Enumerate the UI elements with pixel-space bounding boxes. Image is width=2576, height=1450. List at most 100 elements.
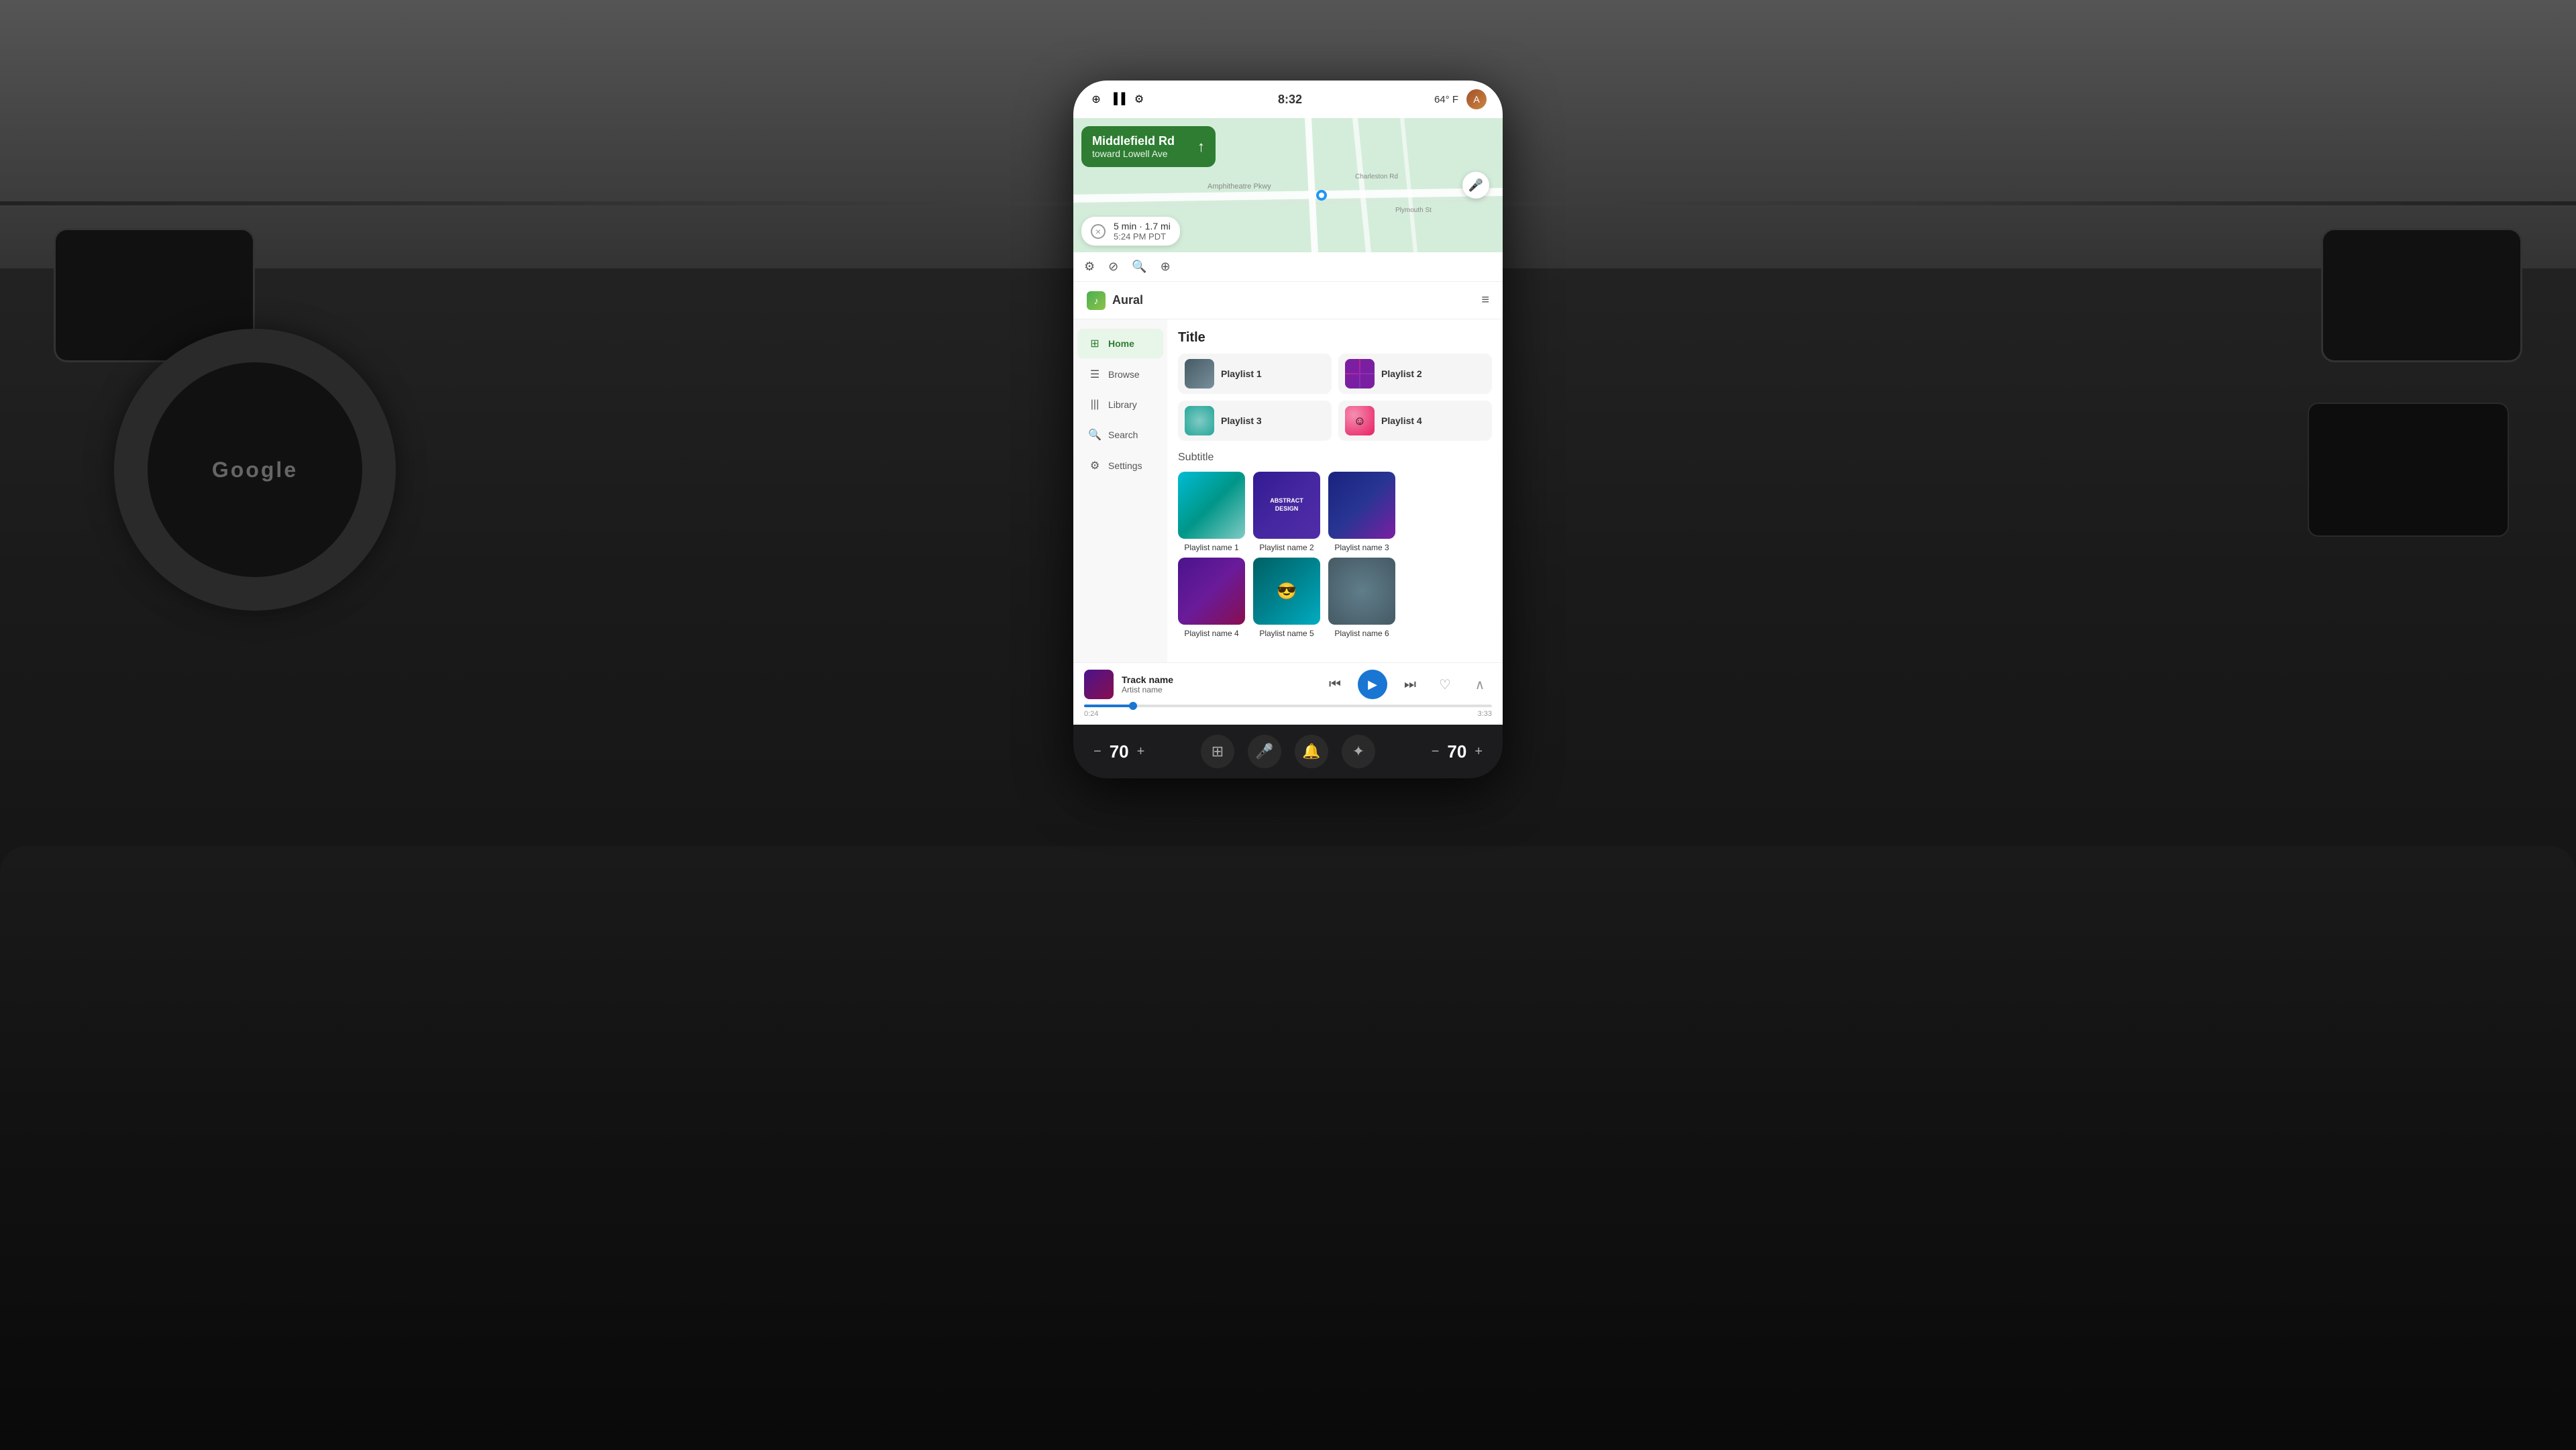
- playlist-card-3[interactable]: Playlist name 3: [1328, 472, 1395, 552]
- playlist-card-5[interactable]: 😎 Playlist name 5: [1253, 558, 1320, 638]
- playlist-card-thumb-5: 😎: [1253, 558, 1320, 625]
- device-screen: ⊕ ▐▐ ⚙ 8:32 64° F A Amphitheatre Pkwy Ch: [1073, 81, 1503, 778]
- playlist-name-4: Playlist 4: [1381, 415, 1422, 426]
- steering-wheel: Google: [114, 329, 396, 611]
- nav-arrow: ↑: [1197, 138, 1205, 156]
- playlist-card-name-6: Playlist name 6: [1328, 629, 1395, 638]
- sidebar-item-settings[interactable]: ⚙ Settings: [1077, 451, 1163, 480]
- app-header: ♪ Aural ≡: [1073, 282, 1503, 319]
- grid-button[interactable]: ⊞: [1201, 735, 1234, 768]
- player-thumb: [1084, 670, 1114, 699]
- playlist-item-4[interactable]: ☺ Playlist 4: [1338, 401, 1492, 441]
- svg-text:Amphitheatre Pkwy: Amphitheatre Pkwy: [1208, 183, 1271, 191]
- playlist-card-6[interactable]: Playlist name 6: [1328, 558, 1395, 638]
- content-area: ⊞ Home ☰ Browse ||| Library 🔍 Search ⚙: [1073, 319, 1503, 662]
- sidebar: ⊞ Home ☰ Browse ||| Library 🔍 Search ⚙: [1073, 319, 1167, 662]
- map-location-btn[interactable]: ⊕: [1161, 260, 1171, 274]
- playlist-card-name-3: Playlist name 3: [1328, 543, 1395, 552]
- bottom-controls: − 70 + ⊞ 🎤 🔔 ✦ − 70 +: [1073, 725, 1503, 778]
- progress-fill: [1084, 705, 1133, 707]
- playlist-card-name-5: Playlist name 5: [1253, 629, 1320, 638]
- sidebar-label-home: Home: [1108, 338, 1134, 349]
- playlist-grid: Playlist 1 Playlist 2 Playlist 3: [1178, 354, 1492, 441]
- svg-text:Plymouth St: Plymouth St: [1395, 207, 1432, 214]
- playlist-card-thumb-4: [1178, 558, 1245, 625]
- sidebar-item-browse[interactable]: ☰ Browse: [1077, 360, 1163, 389]
- map-section: Amphitheatre Pkwy Charleston Rd Plymouth…: [1073, 118, 1503, 252]
- heart-button[interactable]: ♡: [1433, 672, 1457, 696]
- right-console: [2308, 403, 2509, 537]
- playlist-thumb-4: ☺: [1345, 406, 1375, 435]
- star-button[interactable]: ✦: [1342, 735, 1375, 768]
- play-button[interactable]: ▶: [1358, 670, 1387, 699]
- sidebar-label-search: Search: [1108, 429, 1138, 440]
- sidebar-label-settings: Settings: [1108, 460, 1142, 471]
- bluetooth-icon: ⊕: [1089, 93, 1103, 106]
- playlist-item-1[interactable]: Playlist 1: [1178, 354, 1332, 394]
- map-route-btn[interactable]: ⊘: [1108, 260, 1118, 274]
- sidebar-item-search[interactable]: 🔍 Search: [1077, 420, 1163, 450]
- playlist-card-2[interactable]: ABSTRACTDESIGN Playlist name 2: [1253, 472, 1320, 552]
- status-temp: 64° F: [1434, 94, 1458, 105]
- google-logo: Google: [212, 458, 298, 482]
- nav-street: Middlefield Rd: [1092, 134, 1205, 148]
- signal-icon: ▐▐: [1111, 93, 1124, 106]
- mic-center-button[interactable]: 🎤: [1248, 735, 1281, 768]
- map-settings-btn[interactable]: ⚙: [1084, 260, 1095, 274]
- eta-time: 5:24 PM PDT: [1114, 231, 1171, 242]
- next-button[interactable]: ⏭: [1398, 672, 1422, 696]
- playlist-card-thumb-2: ABSTRACTDESIGN: [1253, 472, 1320, 539]
- library-icon: |||: [1088, 399, 1102, 411]
- volume-right: − 70 +: [1432, 741, 1483, 762]
- sidebar-label-library: Library: [1108, 399, 1137, 410]
- progress-dot: [1129, 702, 1137, 710]
- mic-button[interactable]: 🎤: [1462, 172, 1489, 199]
- settings-icon: ⚙: [1132, 93, 1146, 106]
- player-artist-name: Artist name: [1122, 685, 1173, 694]
- close-button[interactable]: ×: [1091, 224, 1106, 239]
- home-icon: ⊞: [1088, 337, 1102, 350]
- nav-card: Middlefield Rd toward Lowell Ave ↑: [1081, 126, 1216, 167]
- vol-plus-right[interactable]: +: [1474, 744, 1483, 760]
- eta-card: × 5 min · 1.7 mi 5:24 PM PDT: [1081, 217, 1180, 246]
- svg-text:Charleston Rd: Charleston Rd: [1355, 173, 1398, 180]
- volume-left: − 70 +: [1093, 741, 1144, 762]
- nav-toward: toward Lowell Ave: [1092, 148, 1205, 159]
- queue-icon[interactable]: ≡: [1481, 293, 1489, 308]
- playlist-card-thumb-1: [1178, 472, 1245, 539]
- player-controls: ⏮ ▶ ⏭ ♡ ∧: [1323, 670, 1492, 699]
- player-info: Track name Artist name: [1122, 674, 1173, 694]
- vol-minus-left[interactable]: −: [1093, 744, 1102, 760]
- player-main: Track name Artist name ⏮ ▶ ⏭ ♡ ∧: [1084, 670, 1492, 699]
- sidebar-item-home[interactable]: ⊞ Home: [1077, 329, 1163, 358]
- sidebar-item-library[interactable]: ||| Library: [1077, 391, 1163, 419]
- playlist-card-name-2: Playlist name 2: [1253, 543, 1320, 552]
- playlist-thumb-2: [1345, 359, 1375, 389]
- vol-minus-right[interactable]: −: [1432, 744, 1440, 760]
- map-search-btn[interactable]: 🔍: [1132, 260, 1146, 274]
- playlist-row-1: Playlist name 1 ABSTRACTDESIGN Playlist …: [1178, 472, 1492, 552]
- playlist-item-2[interactable]: Playlist 2: [1338, 354, 1492, 394]
- playlist-name-2: Playlist 2: [1381, 368, 1422, 379]
- prev-button[interactable]: ⏮: [1323, 672, 1347, 696]
- playlist-card-thumb-6: [1328, 558, 1395, 625]
- player-track: Track name Artist name: [1084, 670, 1173, 699]
- vol-plus-left[interactable]: +: [1137, 744, 1145, 760]
- section-subtitle: Subtitle: [1178, 452, 1492, 464]
- playlist-card-name-1: Playlist name 1: [1178, 543, 1245, 552]
- avatar[interactable]: A: [1466, 89, 1487, 109]
- status-time: 8:32: [1278, 93, 1302, 107]
- bell-button[interactable]: 🔔: [1295, 735, 1328, 768]
- main-content: Title Playlist 1 Playlist 2: [1167, 319, 1503, 662]
- progress-times: 0:24 3:33: [1084, 710, 1492, 718]
- status-bar: ⊕ ▐▐ ⚙ 8:32 64° F A: [1073, 81, 1503, 118]
- browse-icon: ☰: [1088, 368, 1102, 381]
- playlist-card-4[interactable]: Playlist name 4: [1178, 558, 1245, 638]
- expand-button[interactable]: ∧: [1468, 672, 1492, 696]
- progress-bar[interactable]: [1084, 705, 1492, 707]
- current-time: 0:24: [1084, 710, 1098, 718]
- section-title: Title: [1178, 330, 1492, 346]
- playlist-item-3[interactable]: Playlist 3: [1178, 401, 1332, 441]
- playlist-card-1[interactable]: Playlist name 1: [1178, 472, 1245, 552]
- right-vent: [2321, 228, 2522, 362]
